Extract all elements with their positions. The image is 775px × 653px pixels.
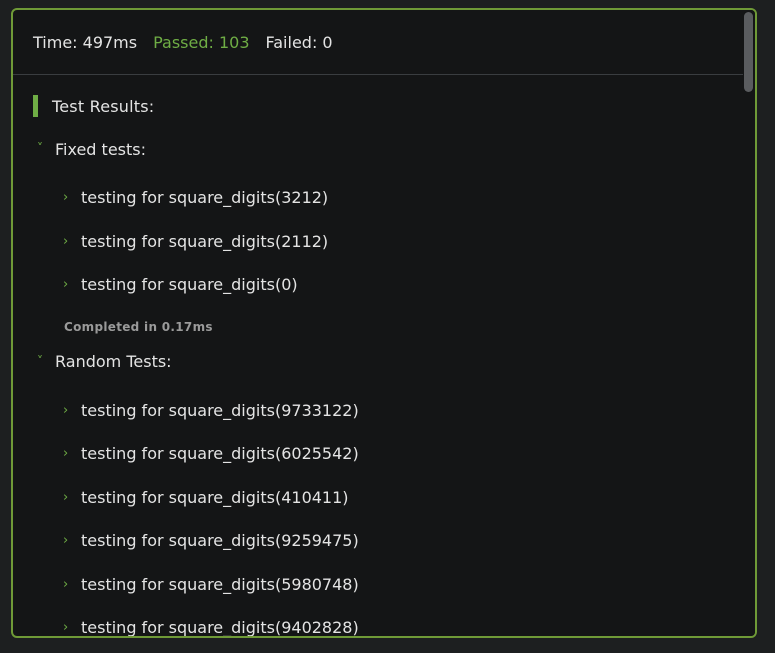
test-item[interactable]: › testing for square_digits(9402828) <box>63 606 755 638</box>
completed-time: Completed in 0.17ms <box>64 319 213 334</box>
chevron-right-icon: › <box>63 190 69 206</box>
failed-stat: Failed: 0 <box>265 32 333 52</box>
test-item-label: testing for square_digits(0) <box>81 275 298 295</box>
test-item[interactable]: › testing for square_digits(3212) <box>63 176 755 220</box>
group-header-random-tests[interactable]: ˅ Random Tests: <box>37 347 755 377</box>
scrollbar-thumb[interactable] <box>744 12 753 92</box>
test-item-label: testing for square_digits(410411) <box>81 487 349 507</box>
test-item-label: testing for square_digits(5980748) <box>81 574 359 594</box>
group-header-fixed-tests[interactable]: ˅ Fixed tests: <box>37 134 755 164</box>
test-item[interactable]: › testing for square_digits(5980748) <box>63 563 755 607</box>
test-item-label: testing for square_digits(9259475) <box>81 531 359 551</box>
test-item-label: testing for square_digits(9733122) <box>81 400 359 420</box>
test-output-panel: Time: 497ms Passed: 103 Failed: 0 Test R… <box>11 8 757 638</box>
group-random-tests: ˅ Random Tests: › testing for square_dig… <box>33 347 755 638</box>
test-item[interactable]: › testing for square_digits(2112) <box>63 220 755 264</box>
test-item[interactable]: › testing for square_digits(6025542) <box>63 432 755 476</box>
chevron-right-icon: › <box>63 277 69 293</box>
passed-stat: Passed: 103 <box>153 32 250 52</box>
chevron-right-icon: › <box>63 576 69 592</box>
chevron-down-icon: ˅ <box>37 141 43 155</box>
chevron-right-icon: › <box>63 489 69 505</box>
results-section: Test Results: ˅ Fixed tests: › testing f… <box>13 94 755 638</box>
chevron-right-icon: › <box>63 233 69 249</box>
stats-bar: Time: 497ms Passed: 103 Failed: 0 <box>13 10 755 75</box>
time-stat: Time: 497ms <box>33 32 138 52</box>
results-heading-label: Test Results: <box>52 96 155 116</box>
results-heading: Test Results: <box>33 94 755 118</box>
chevron-right-icon: › <box>63 446 69 462</box>
test-item-label: testing for square_digits(9402828) <box>81 618 359 638</box>
test-item[interactable]: › testing for square_digits(0) <box>63 263 755 307</box>
chevron-right-icon: › <box>63 402 69 418</box>
group-fixed-tests: ˅ Fixed tests: › testing for square_digi… <box>33 134 755 347</box>
vertical-scrollbar[interactable] <box>743 10 755 636</box>
chevron-right-icon: › <box>63 620 69 636</box>
test-item[interactable]: › testing for square_digits(9733122) <box>63 389 755 433</box>
group-title: Random Tests: <box>55 352 172 371</box>
test-item[interactable]: › testing for square_digits(410411) <box>63 476 755 520</box>
group-title: Fixed tests: <box>55 139 146 159</box>
chevron-down-icon: ˅ <box>37 353 43 368</box>
test-item[interactable]: › testing for square_digits(9259475) <box>63 519 755 563</box>
test-item-label: testing for square_digits(3212) <box>81 188 329 208</box>
test-item-label: testing for square_digits(6025542) <box>81 444 359 464</box>
heading-accent-bar <box>33 95 38 117</box>
test-item-label: testing for square_digits(2112) <box>81 231 329 251</box>
chevron-right-icon: › <box>63 533 69 549</box>
